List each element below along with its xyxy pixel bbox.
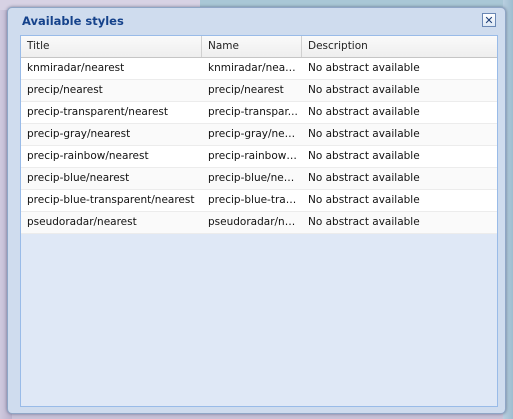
table-row[interactable]: precip-blue-transparent/nearest precip-b…	[21, 190, 497, 212]
cell-title: precip-transparent/nearest	[27, 106, 168, 118]
cell-name: precip-gray/nea...	[208, 128, 302, 140]
dialog-titlebar[interactable]: Available styles ✕	[8, 8, 505, 33]
column-header-description[interactable]: Description	[302, 36, 497, 57]
cell-title: precip-gray/nearest	[27, 128, 131, 140]
cell-name: precip-transpar...	[208, 106, 298, 118]
cell-name: precip-rainbow/...	[208, 150, 300, 162]
cell-description: No abstract available	[308, 128, 420, 140]
cell-title: precip/nearest	[27, 84, 103, 96]
cell-title: pseudoradar/nearest	[27, 216, 137, 228]
cell-description: No abstract available	[308, 84, 420, 96]
column-header-name[interactable]: Name	[202, 36, 302, 57]
table-row[interactable]: precip-rainbow/nearest precip-rainbow/..…	[21, 146, 497, 168]
cell-title: knmiradar/nearest	[27, 62, 125, 74]
cell-name: knmiradar/nearest	[208, 62, 302, 74]
cell-description: No abstract available	[308, 150, 420, 162]
cell-name: precip-blue-tran...	[208, 194, 302, 206]
cell-title: precip-blue/nearest	[27, 172, 130, 184]
close-icon: ✕	[484, 13, 494, 27]
grid-header: Title Name Description	[21, 36, 497, 58]
table-row[interactable]: precip-transparent/nearest precip-transp…	[21, 102, 497, 124]
table-row[interactable]: knmiradar/nearest knmiradar/nearest No a…	[21, 58, 497, 80]
table-row[interactable]: precip/nearest precip/nearest No abstrac…	[21, 80, 497, 102]
table-row[interactable]: precip-blue/nearest precip-blue/near... …	[21, 168, 497, 190]
cell-description: No abstract available	[308, 172, 420, 184]
cell-title: precip-rainbow/nearest	[27, 150, 149, 162]
column-header-title[interactable]: Title	[21, 36, 202, 57]
close-button[interactable]: ✕	[482, 13, 496, 27]
cell-description: No abstract available	[308, 216, 420, 228]
cell-description: No abstract available	[308, 106, 420, 118]
dialog-title: Available styles	[22, 14, 124, 28]
table-row[interactable]: precip-gray/nearest precip-gray/nea... N…	[21, 124, 497, 146]
cell-description: No abstract available	[308, 194, 420, 206]
cell-name: precip-blue/near...	[208, 172, 302, 184]
table-row[interactable]: pseudoradar/nearest pseudoradar/ne... No…	[21, 212, 497, 234]
cell-title: precip-blue-transparent/nearest	[27, 194, 195, 206]
styles-grid: Title Name Description knmiradar/nearest…	[20, 35, 498, 407]
cell-description: No abstract available	[308, 62, 420, 74]
styles-dialog: Available styles ✕ Title Name Descriptio…	[7, 7, 506, 414]
cell-name: pseudoradar/ne...	[208, 216, 302, 228]
cell-name: precip/nearest	[208, 84, 284, 96]
